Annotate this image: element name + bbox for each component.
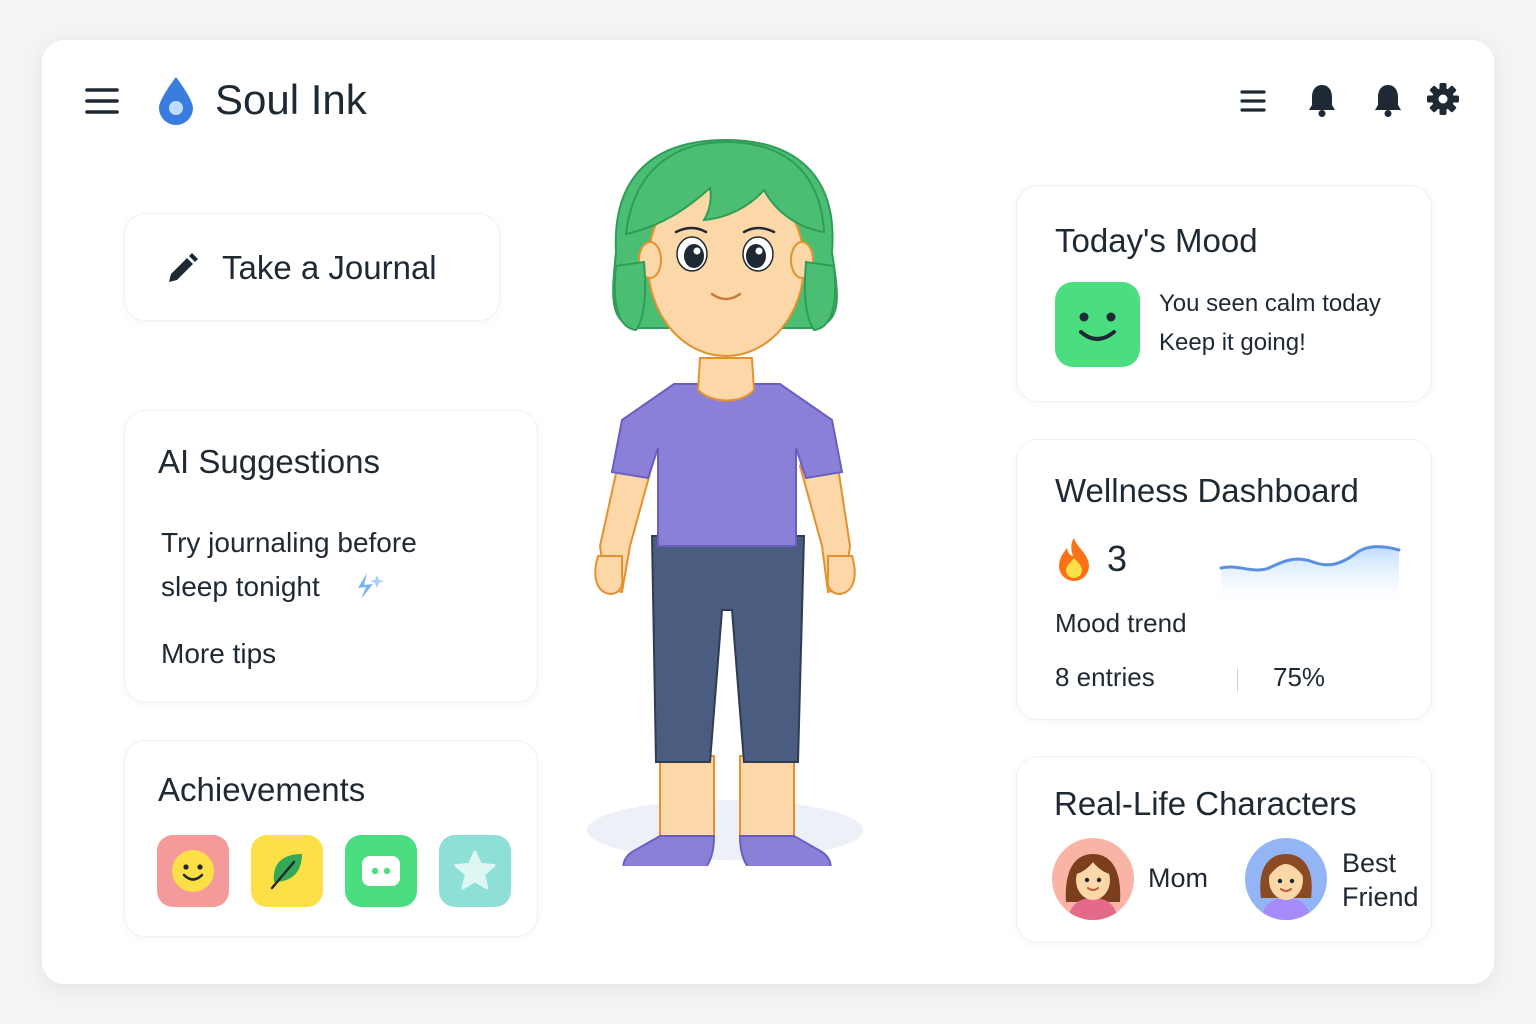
todays-mood-card: Today's Mood You seen calm today Keep it…	[1016, 185, 1432, 402]
ai-suggestions-card: AI Suggestions Try journaling before sle…	[124, 410, 538, 703]
girl-avatar-figure	[582, 136, 872, 877]
mom-avatar-icon[interactable]	[1052, 838, 1134, 920]
stat-divider	[1237, 668, 1238, 692]
friend-avatar-icon[interactable]	[1245, 838, 1327, 920]
streak-count: 3	[1107, 538, 1128, 579]
wellness-dashboard-title: Wellness Dashboard	[1055, 472, 1359, 509]
character-name-mom[interactable]: Mom	[1148, 863, 1208, 894]
suggestion-text-line2: sleep tonight	[161, 571, 320, 602]
mood-encouragement-text: Keep it going!	[1159, 329, 1306, 356]
wellness-dashboard-card: Wellness Dashboard 3 Mood trend 8 entrie…	[1016, 439, 1432, 720]
todays-mood-title: Today's Mood	[1055, 222, 1258, 259]
entries-count: 8 entries	[1055, 662, 1155, 692]
chat-badge-icon[interactable]	[345, 835, 417, 907]
list-icon[interactable]	[1238, 86, 1268, 116]
app-title: Soul Ink	[215, 76, 367, 123]
star-badge-icon[interactable]	[439, 835, 511, 907]
real-life-characters-title: Real-Life Characters	[1054, 785, 1357, 822]
character-name-best-friend-line2[interactable]: Friend	[1342, 882, 1419, 913]
character-name-best-friend-line1[interactable]: Best	[1342, 848, 1396, 879]
smiley-mood-icon	[1055, 282, 1140, 367]
gear-icon[interactable]	[1424, 80, 1462, 118]
app-window: Soul Ink Take a Journal AI Suggestions T…	[42, 40, 1494, 984]
mood-trend-label: Mood trend	[1055, 608, 1187, 638]
pencil-icon	[165, 252, 199, 286]
percent-value: 75%	[1273, 662, 1326, 692]
suggestion-text-line1: Try journaling before	[161, 527, 417, 558]
take-journal-label: Take a Journal	[222, 249, 437, 286]
logo-drop-icon	[156, 75, 196, 127]
achievements-card: Achievements	[124, 740, 538, 937]
sparkle-icon	[353, 571, 385, 601]
bell-icon[interactable]	[1370, 80, 1406, 120]
fire-icon	[1055, 536, 1093, 582]
ai-suggestions-title: AI Suggestions	[158, 443, 380, 480]
leaf-badge-icon[interactable]	[251, 835, 323, 907]
more-tips-link[interactable]: More tips	[161, 632, 276, 676]
achievements-title: Achievements	[158, 771, 366, 808]
hamburger-menu-icon[interactable]	[82, 84, 122, 118]
real-life-characters-card: Real-Life Characters Mom Best Friend	[1016, 756, 1432, 943]
bell-icon[interactable]	[1304, 80, 1340, 120]
mood-trend-sparkline	[1219, 540, 1401, 610]
smiley-badge-icon[interactable]	[157, 835, 229, 907]
take-journal-button[interactable]: Take a Journal	[124, 213, 500, 321]
mood-status-text: You seen calm today	[1159, 290, 1381, 317]
